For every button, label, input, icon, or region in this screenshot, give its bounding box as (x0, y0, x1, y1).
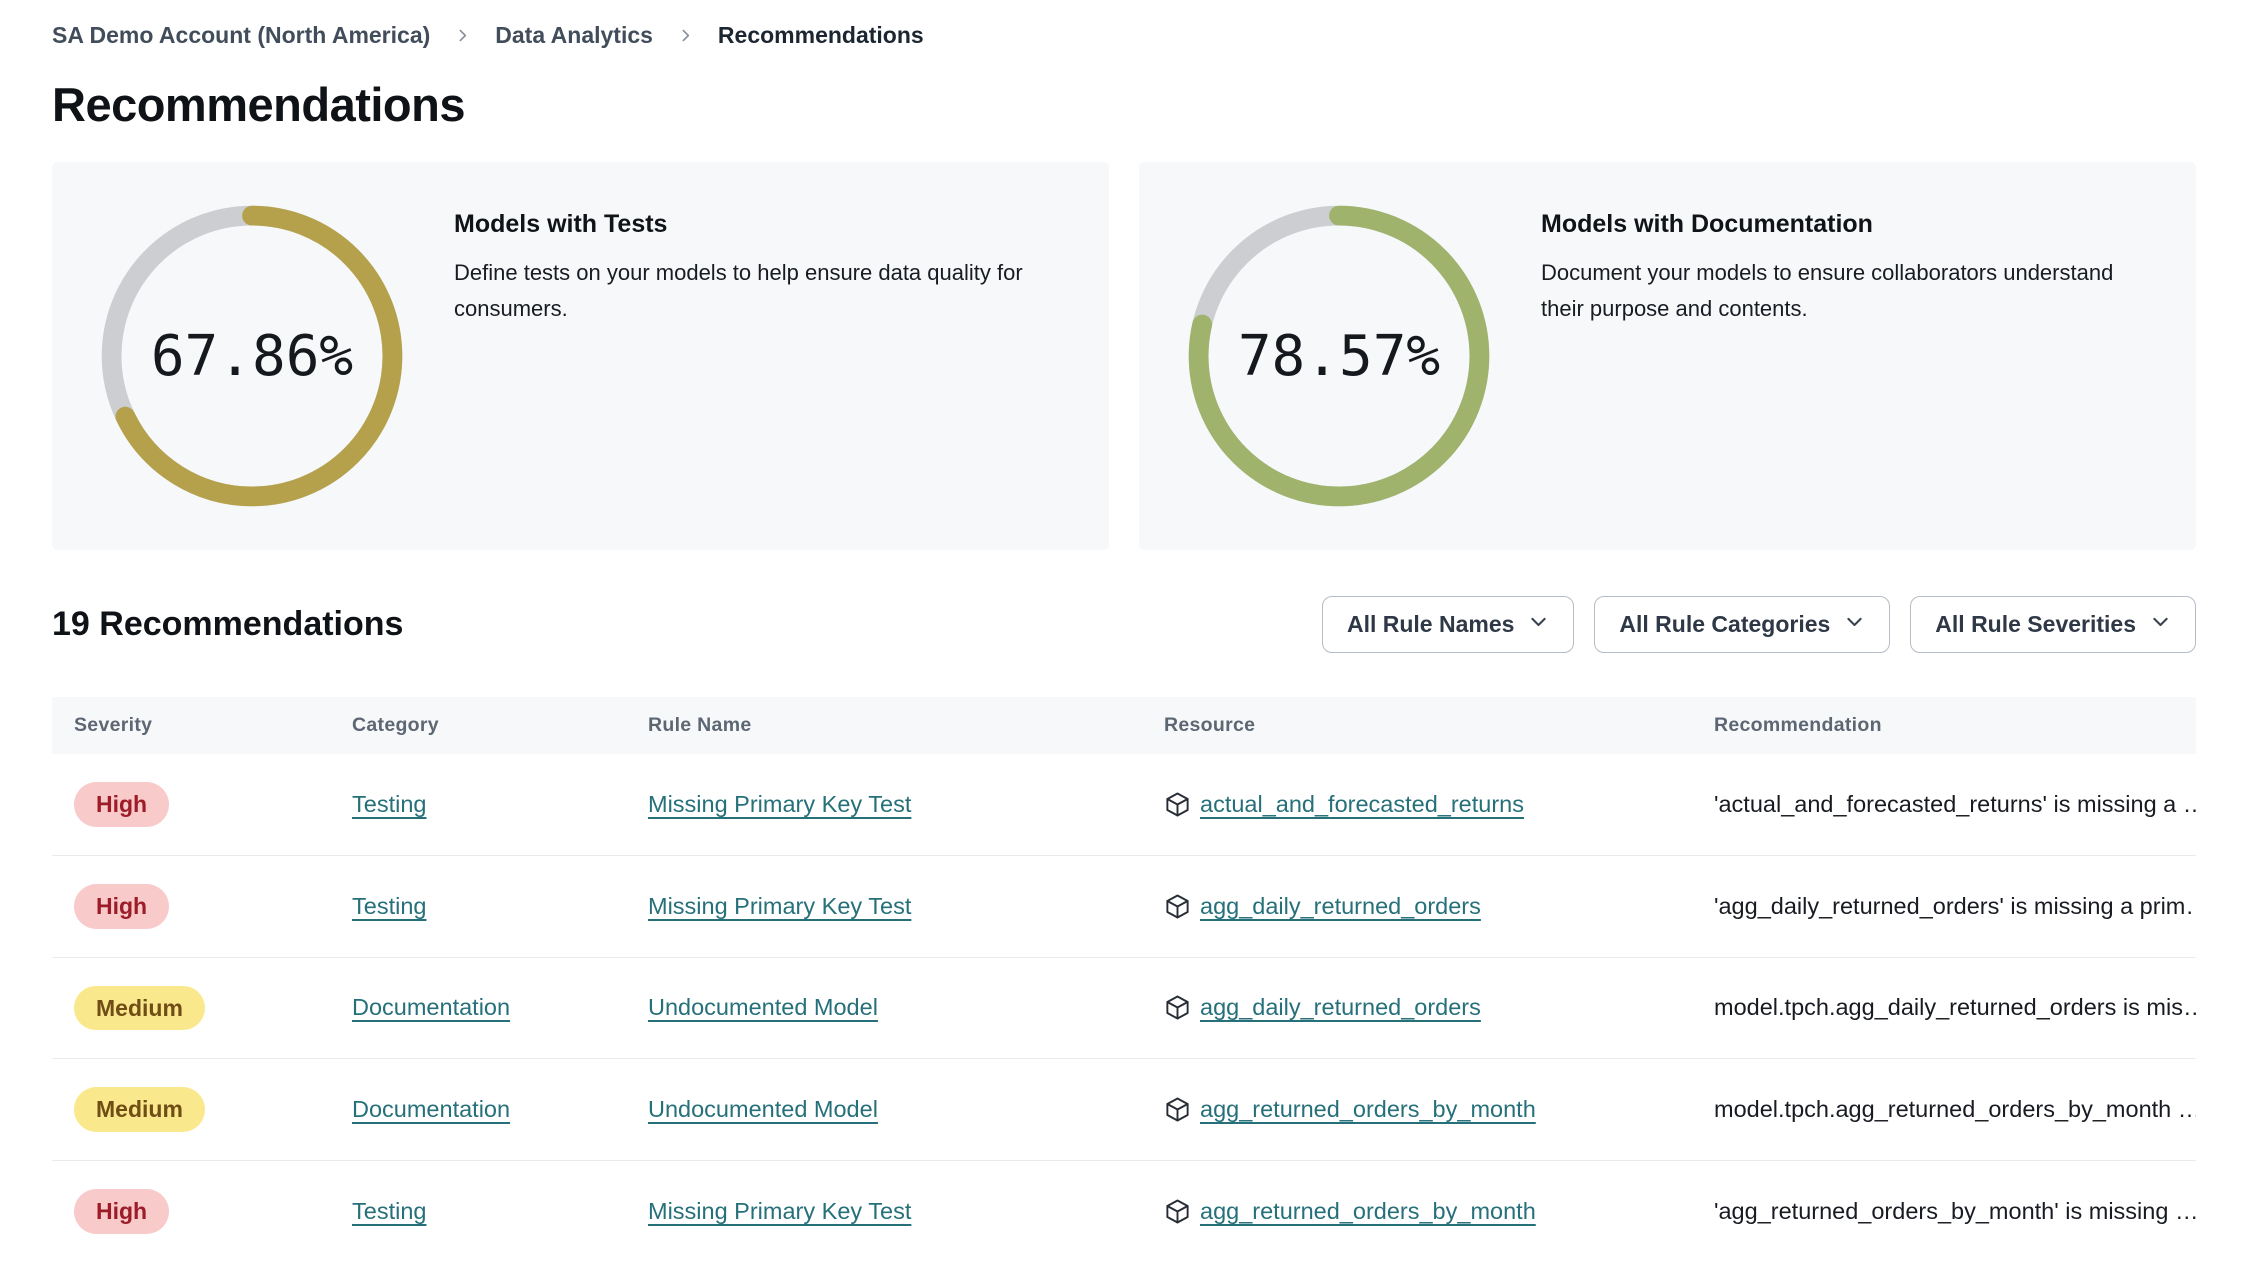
rule-severities-filter-label: All Rule Severities (1935, 611, 2136, 637)
category-link[interactable]: Documentation (352, 1096, 510, 1122)
rule-name-link[interactable]: Missing Primary Key Test (648, 893, 911, 919)
recommendation-text: 'actual_and_forecasted_returns' is missi… (1714, 790, 2196, 817)
tests-card-description: Define tests on your models to help ensu… (454, 260, 1023, 321)
docs-card-description: Document your models to ensure collabora… (1541, 260, 2114, 321)
chevron-down-icon (2150, 611, 2171, 638)
column-header-severity: Severity (74, 714, 153, 736)
chevron-right-icon (677, 27, 694, 44)
tests-percent-value: 67.86% (150, 323, 354, 389)
resource-link[interactable]: actual_and_forecasted_returns (1200, 791, 1524, 818)
resource-link[interactable]: agg_daily_returned_orders (1200, 893, 1481, 920)
rule-names-filter-label: All Rule Names (1346, 611, 1515, 637)
column-header-recommendation: Recommendation (1714, 714, 1882, 736)
resource-link[interactable]: agg_returned_orders_by_month (1200, 1096, 1536, 1123)
docs-donut-chart: 78.57% (1183, 200, 1495, 512)
breadcrumb-account[interactable]: SA Demo Account (North America) (52, 22, 430, 49)
rule-categories-filter-label: All Rule Categories (1619, 611, 1831, 637)
table-row: High Testing Missing Primary Key Test ag… (52, 1161, 2196, 1262)
rule-name-link[interactable]: Missing Primary Key Test (648, 791, 911, 817)
severity-badge: High (74, 782, 170, 827)
docs-card-title: Models with Documentation (1541, 210, 1873, 238)
summary-cards: 67.86% Models with Tests Define tests on… (52, 162, 2196, 550)
resource-link[interactable]: agg_daily_returned_orders (1200, 994, 1481, 1021)
tests-donut-chart: 67.86% (96, 200, 408, 512)
breadcrumb-current: Recommendations (717, 22, 924, 48)
table-row: Medium Documentation Undocumented Model … (52, 958, 2196, 1060)
model-cube-icon (1166, 995, 1189, 1020)
rule-categories-filter-dropdown[interactable]: All Rule Categories (1594, 596, 1891, 653)
docs-percent-value: 78.57% (1237, 323, 1441, 389)
category-link[interactable]: Testing (352, 893, 426, 919)
chevron-right-icon (454, 27, 471, 44)
recommendation-text: model.tpch.agg_daily_returned_orders is … (1714, 994, 2196, 1021)
models-with-tests-card: 67.86% Models with Tests Define tests on… (52, 162, 1109, 550)
filter-bar: All Rule Names All Rule Categories All R… (1321, 596, 2196, 653)
category-link[interactable]: Documentation (352, 994, 510, 1020)
model-cube-icon (1166, 894, 1189, 919)
models-with-documentation-card: 78.57% Models with Documentation Documen… (1139, 162, 2196, 550)
model-cube-icon (1166, 1097, 1189, 1122)
list-header: 19 Recommendations All Rule Names All Ru… (52, 596, 2196, 653)
severity-badge: High (74, 1189, 170, 1234)
breadcrumb-project[interactable]: Data Analytics (495, 22, 653, 49)
category-link[interactable]: Testing (352, 791, 426, 817)
table-row: High Testing Missing Primary Key Test ac… (52, 754, 2196, 856)
table-row: Medium Documentation Undocumented Model … (52, 1059, 2196, 1161)
table-row: High Testing Missing Primary Key Test ag… (52, 856, 2196, 958)
chevron-down-icon (1528, 611, 1549, 638)
rule-name-link[interactable]: Undocumented Model (648, 994, 878, 1020)
recommendation-text: 'agg_daily_returned_orders' is missing a… (1714, 892, 2196, 919)
model-cube-icon (1166, 792, 1189, 817)
rule-severities-filter-dropdown[interactable]: All Rule Severities (1910, 596, 2196, 653)
table-header-row: Severity Category Rule Name Resource Rec… (52, 697, 2196, 754)
recommendations-table: Severity Category Rule Name Resource Rec… (52, 697, 2196, 1262)
recommendations-page: SA Demo Account (North America) Data Ana… (0, 0, 2248, 1262)
tests-card-title: Models with Tests (454, 210, 668, 238)
chevron-down-icon (1844, 611, 1865, 638)
recommendation-text: model.tpch.agg_returned_orders_by_month … (1714, 1096, 2196, 1123)
rule-names-filter-dropdown[interactable]: All Rule Names (1321, 596, 1575, 653)
breadcrumb: SA Demo Account (North America) Data Ana… (52, 0, 2196, 49)
severity-badge: Medium (74, 985, 205, 1031)
resource-link[interactable]: agg_returned_orders_by_month (1200, 1198, 1536, 1225)
page-title: Recommendations (52, 78, 465, 131)
severity-badge: High (74, 883, 170, 929)
recommendation-text: 'agg_returned_orders_by_month' is missin… (1714, 1197, 2196, 1224)
severity-badge: Medium (74, 1087, 205, 1132)
column-header-rule-name: Rule Name (648, 714, 752, 736)
recommendations-count: 19 Recommendations (52, 605, 404, 643)
column-header-category: Category (352, 714, 439, 736)
rule-name-link[interactable]: Undocumented Model (648, 1096, 878, 1122)
column-header-resource: Resource (1164, 714, 1256, 736)
model-cube-icon (1166, 1199, 1189, 1224)
